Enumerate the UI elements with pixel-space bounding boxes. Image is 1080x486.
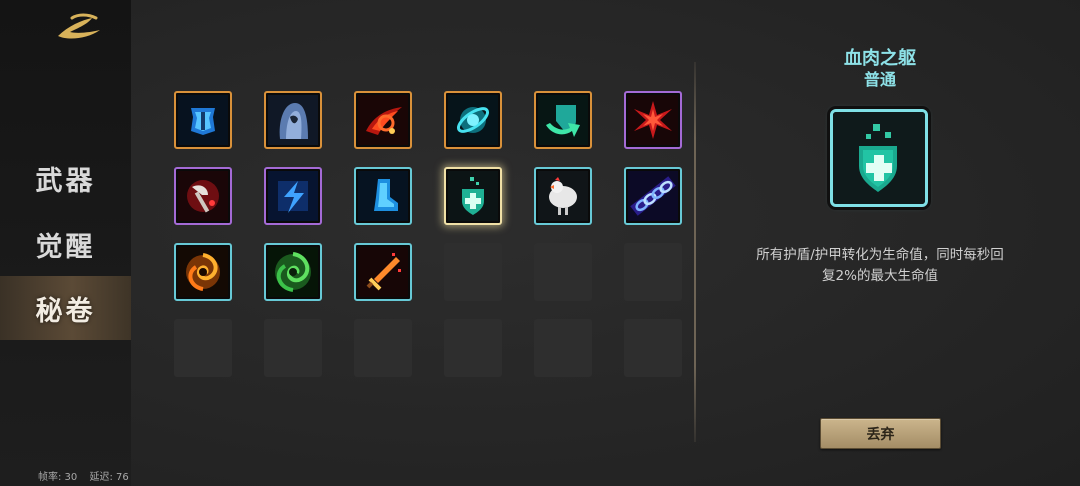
tab-secret-scrolls[interactable]: 秘卷 xyxy=(0,276,131,340)
slot-empty xyxy=(534,319,592,377)
description-line: 复2%的最大生命值 xyxy=(822,268,938,284)
discard-button[interactable]: 丢弃 xyxy=(820,418,941,449)
slot-empty xyxy=(624,243,682,301)
slot-orbit-ring[interactable] xyxy=(444,91,502,149)
detail-rarity: 普通 xyxy=(863,70,896,89)
slot-green-vortex[interactable] xyxy=(264,243,322,301)
description-line: 所有护盾/护甲转化为生命值，同时每秒回 xyxy=(756,247,1004,263)
armor-icon xyxy=(178,95,228,145)
logo xyxy=(52,10,108,44)
performance-stats: 帧率: 30 延迟: 76 xyxy=(38,468,129,483)
shield-heal-arrow-icon xyxy=(538,95,588,145)
chicken-icon xyxy=(538,171,588,221)
tab-weapons[interactable]: 武器 xyxy=(0,146,131,210)
fire-vortex-icon xyxy=(178,247,228,297)
slot-empty xyxy=(354,319,412,377)
shield-cross-icon xyxy=(448,171,498,221)
fps-readout: 帧率: 30 xyxy=(38,472,78,483)
green-vortex-icon xyxy=(268,247,318,297)
tab-awakening[interactable]: 觉醒 xyxy=(0,212,131,276)
slot-fire-slash[interactable] xyxy=(354,91,412,149)
boot-icon xyxy=(358,171,408,221)
red-burst-icon xyxy=(628,95,678,145)
slot-empty xyxy=(624,319,682,377)
orbit-ring-icon xyxy=(448,95,498,145)
latency-readout: 延迟: 76 xyxy=(89,472,129,483)
flame-sword-icon xyxy=(358,247,408,297)
axe-blood-icon xyxy=(178,171,228,221)
panel-divider xyxy=(694,62,696,442)
fire-slash-icon xyxy=(358,95,408,145)
lightning-icon xyxy=(268,171,318,221)
slot-fire-vortex[interactable] xyxy=(174,243,232,301)
detail-description: 所有护盾/护甲转化为生命值，同时每秒回 复2%的最大生命值 xyxy=(744,245,1016,287)
hooded-cloak-icon xyxy=(268,95,318,145)
slot-armor[interactable] xyxy=(174,91,232,149)
slot-empty xyxy=(444,243,502,301)
slot-chicken[interactable] xyxy=(534,167,592,225)
slot-red-burst[interactable] xyxy=(624,91,682,149)
slot-chain[interactable] xyxy=(624,167,682,225)
slot-hooded-cloak[interactable] xyxy=(264,91,322,149)
slot-empty xyxy=(444,319,502,377)
slot-shield-heal-arrow[interactable] xyxy=(534,91,592,149)
sidebar: 武器 觉醒 秘卷 帧率: 30 延迟: 76 xyxy=(0,0,131,486)
chain-icon xyxy=(628,171,678,221)
slot-shield-cross[interactable] xyxy=(444,167,502,225)
detail-title: 血肉之躯 xyxy=(844,48,916,69)
shield-cross-icon xyxy=(833,112,925,204)
slot-empty xyxy=(534,243,592,301)
slot-empty xyxy=(174,319,232,377)
detail-icon-frame xyxy=(830,109,928,207)
slot-lightning[interactable] xyxy=(264,167,322,225)
slot-boot[interactable] xyxy=(354,167,412,225)
slot-axe-blood[interactable] xyxy=(174,167,232,225)
slot-flame-sword[interactable] xyxy=(354,243,412,301)
slot-empty xyxy=(264,319,322,377)
